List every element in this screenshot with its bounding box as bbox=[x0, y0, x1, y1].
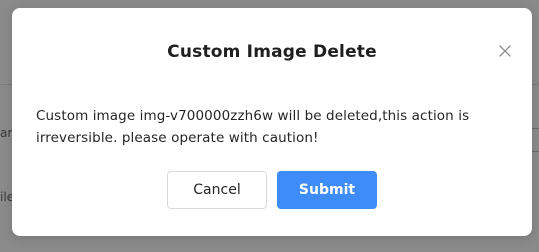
close-button[interactable] bbox=[496, 42, 514, 60]
dialog-message: Custom image img-v700000zzh6w will be de… bbox=[36, 108, 470, 146]
cancel-button[interactable]: Cancel bbox=[167, 171, 267, 209]
custom-image-delete-dialog: Custom Image Delete Custom image img-v70… bbox=[12, 8, 532, 236]
submit-button[interactable]: Submit bbox=[277, 171, 377, 209]
dialog-title: Custom Image Delete bbox=[167, 42, 377, 62]
background-text-fragment: ar bbox=[0, 126, 13, 140]
dialog-footer: Cancel Submit bbox=[12, 171, 532, 209]
background-text-fragment: ile bbox=[0, 190, 15, 204]
close-icon bbox=[499, 45, 511, 57]
